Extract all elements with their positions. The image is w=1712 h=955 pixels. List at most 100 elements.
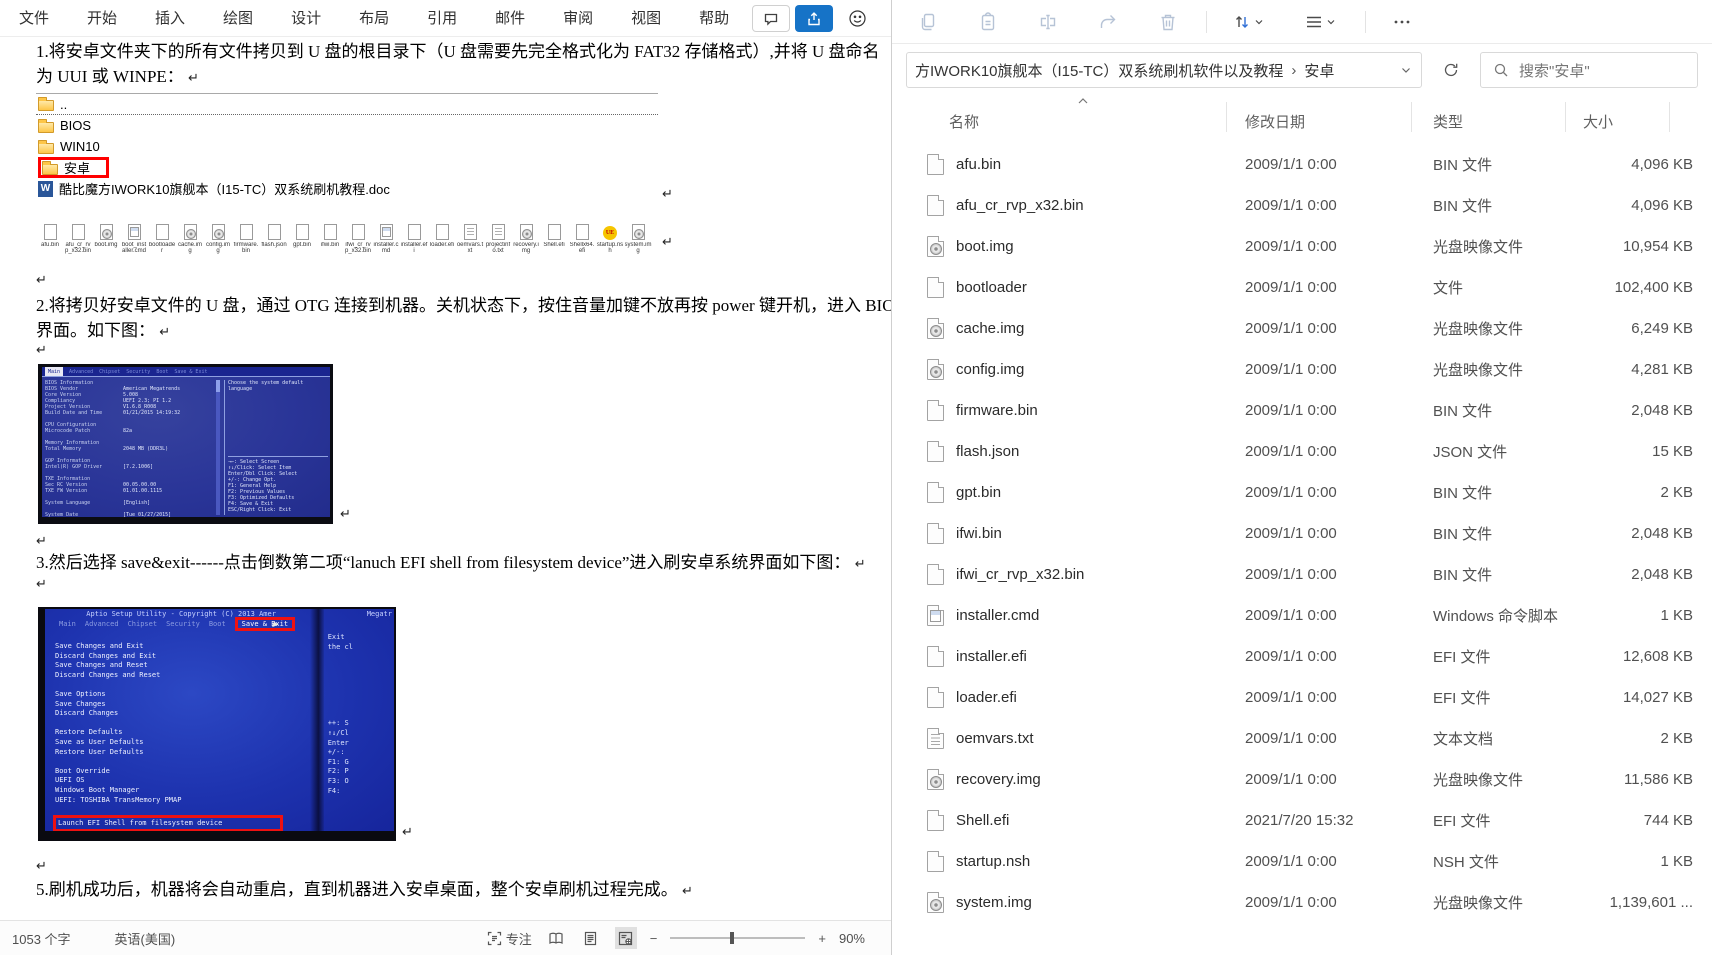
web-layout-button[interactable] [614, 927, 637, 949]
folder-icon [38, 118, 54, 133]
comments-button[interactable] [752, 5, 790, 32]
filelist-image-row: 酷比魔方IWORK10旗舰本（I15-TC）双系统刷机教程.doc [36, 178, 658, 199]
file-icon [927, 564, 944, 585]
feedback-button[interactable] [842, 5, 872, 32]
paste-button[interactable] [966, 4, 1010, 40]
refresh-button[interactable] [1434, 53, 1468, 87]
ribbon-tab[interactable]: 帮助 [680, 0, 748, 37]
strip-file-item: ifwi.bin [316, 224, 344, 262]
paragraph-mark: ↵ [662, 187, 673, 202]
language-status[interactable]: 英语(美国) [115, 929, 176, 948]
file-row[interactable]: afu_cr_rvp_x32.bin 2009/1/1 0:00 BIN 文件 … [892, 185, 1712, 226]
breadcrumb-path[interactable]: 方IWORK10旗舰本（I15-TC）双系统刷机软件以及教程 [915, 60, 1283, 81]
file-icon [927, 318, 944, 339]
file-row[interactable]: startup.nsh 2009/1/1 0:00 NSH 文件 1 KB [892, 841, 1712, 882]
embedded-iconstrip-image[interactable]: afu.bin afu_cr_rvp_x32.bin boot.img boot… [36, 224, 658, 262]
ribbon-tab[interactable]: 视图 [612, 0, 680, 37]
rename-button[interactable] [1026, 4, 1070, 40]
address-bar[interactable]: 方IWORK10旗舰本（I15-TC）双系统刷机软件以及教程 › 安卓 [906, 52, 1422, 88]
bios2-help-column: Exit the cl ++: S ↑↓/Cl Enter +/-: F1: G… [327, 633, 353, 795]
small-file-icon [435, 224, 449, 240]
small-file-icon [155, 224, 169, 240]
file-row[interactable]: cache.img 2009/1/1 0:00 光盘映像文件 6,249 KB [892, 308, 1712, 349]
file-row[interactable]: installer.efi 2009/1/1 0:00 EFI 文件 12,60… [892, 636, 1712, 677]
small-file-icon [323, 224, 337, 240]
file-icon [927, 195, 944, 216]
more-options-button[interactable] [1380, 4, 1424, 40]
read-mode-button[interactable] [545, 927, 567, 949]
zoom-percent[interactable]: 90% [839, 931, 865, 946]
embedded-filelist-image[interactable]: .. BIOS WIN10 安卓 酷比魔方IWORK10旗舰本（I15-TC）双… [36, 93, 658, 207]
search-input[interactable]: 搜索"安卓" [1480, 52, 1698, 88]
column-header-size[interactable]: 大小 [1583, 111, 1693, 132]
column-header-date[interactable]: 修改日期 [1245, 111, 1433, 132]
embedded-bios-main-photo[interactable]: Main Advanced Chipset Security Boot Save &… [38, 364, 333, 524]
file-date: 2009/1/1 0:00 [1245, 320, 1337, 337]
zoom-out-button[interactable]: − [650, 931, 658, 946]
file-name: installer.cmd [956, 607, 1040, 624]
view-button[interactable] [1293, 4, 1349, 40]
file-row[interactable]: loader.efi 2009/1/1 0:00 EFI 文件 14,027 K… [892, 677, 1712, 718]
file-icon [927, 646, 944, 667]
column-header-type[interactable]: 类型 [1433, 111, 1583, 132]
file-size: 1,139,601 ... [1609, 894, 1693, 911]
file-row[interactable]: Shell.efi 2021/7/20 15:32 EFI 文件 744 KB [892, 800, 1712, 841]
file-row[interactable]: ifwi.bin 2009/1/1 0:00 BIN 文件 2,048 KB [892, 513, 1712, 554]
ribbon-tab[interactable]: 设计 [272, 0, 340, 37]
folder-icon [42, 160, 58, 175]
focus-mode-button[interactable]: 专注 [487, 929, 532, 948]
file-row[interactable]: ifwi_cr_rvp_x32.bin 2009/1/1 0:00 BIN 文件… [892, 554, 1712, 595]
ribbon-tab[interactable]: 文件 [0, 0, 68, 37]
file-row[interactable]: installer.cmd 2009/1/1 0:00 Windows 命令脚本… [892, 595, 1712, 636]
ribbon-tab[interactable]: 引用 [408, 0, 476, 37]
ribbon-tab[interactable]: 布局 [340, 0, 408, 37]
word-count[interactable]: 1053 个字 [12, 929, 71, 948]
file-row[interactable]: recovery.img 2009/1/1 0:00 光盘映像文件 11,586… [892, 759, 1712, 800]
share-button[interactable] [795, 5, 833, 32]
file-row[interactable]: flash.json 2009/1/1 0:00 JSON 文件 15 KB [892, 431, 1712, 472]
file-icon [927, 851, 944, 872]
strip-file-item: afu_cr_rvp_x32.bin [64, 224, 92, 262]
delete-button[interactable] [1146, 4, 1190, 40]
ribbon-tab[interactable]: 开始 [68, 0, 136, 37]
embedded-bios-saveexit-photo[interactable]: Aptio Setup Utility - Copyright (C) 2013… [38, 607, 396, 841]
ribbon-tab[interactable]: 插入 [136, 0, 204, 37]
file-icon [927, 687, 944, 708]
doc-paragraph-1-line-1: 1.将安卓文件夹下的所有文件拷贝到 U 盘的根目录下（U 盘需要先完全格式化为 … [36, 42, 880, 61]
chevron-down-icon[interactable] [1399, 63, 1413, 77]
copy-button[interactable] [906, 4, 950, 40]
file-icon [927, 482, 944, 503]
filelist-image-row: BIOS [36, 115, 658, 136]
column-header-name[interactable]: 名称 [927, 98, 1245, 132]
print-layout-button[interactable] [580, 927, 602, 949]
bios-scrollbar [216, 380, 220, 515]
file-row[interactable]: boot.img 2009/1/1 0:00 光盘映像文件 10,954 KB [892, 226, 1712, 267]
folder-icon [38, 139, 54, 154]
file-name: installer.efi [956, 648, 1027, 665]
file-row[interactable]: bootloader 2009/1/1 0:00 文件 102,400 KB [892, 267, 1712, 308]
small-file-icon [99, 224, 113, 240]
ribbon-tab[interactable]: 审阅 [544, 0, 612, 37]
file-row[interactable]: system.img 2009/1/1 0:00 光盘映像文件 1,139,60… [892, 882, 1712, 923]
file-icon [927, 441, 944, 462]
bios-info-panel: BIOS Information BIOS Vendor American Meg… [45, 380, 181, 517]
zoom-slider[interactable] [670, 932, 806, 944]
file-size: 4,096 KB [1631, 156, 1693, 173]
document-canvas[interactable]: 1.将安卓文件夹下的所有文件拷贝到 U 盘的根目录下（U 盘需要先完全格式化为 … [0, 37, 891, 920]
bios2-item-list: Save Changes and Exit Discard Changes an… [53, 642, 285, 831]
zoom-in-button[interactable]: + [818, 931, 826, 946]
file-size: 4,096 KB [1631, 197, 1693, 214]
file-row[interactable]: oemvars.txt 2009/1/1 0:00 文本文档 2 KB [892, 718, 1712, 759]
file-row[interactable]: config.img 2009/1/1 0:00 光盘映像文件 4,281 KB [892, 349, 1712, 390]
file-size: 12,608 KB [1622, 648, 1693, 665]
zoom-slider-thumb[interactable] [730, 932, 735, 944]
share-button-explorer[interactable] [1086, 4, 1130, 40]
ribbon-tab[interactable]: 邮件 [476, 0, 544, 37]
file-row[interactable]: afu.bin 2009/1/1 0:00 BIN 文件 4,096 KB [892, 144, 1712, 185]
sort-button[interactable] [1221, 4, 1277, 40]
ribbon-tab[interactable]: 绘图 [204, 0, 272, 37]
file-row[interactable]: gpt.bin 2009/1/1 0:00 BIN 文件 2 KB [892, 472, 1712, 513]
breadcrumb-current-folder[interactable]: 安卓 [1304, 60, 1334, 81]
file-row[interactable]: firmware.bin 2009/1/1 0:00 BIN 文件 2,048 … [892, 390, 1712, 431]
file-icon [927, 154, 944, 175]
